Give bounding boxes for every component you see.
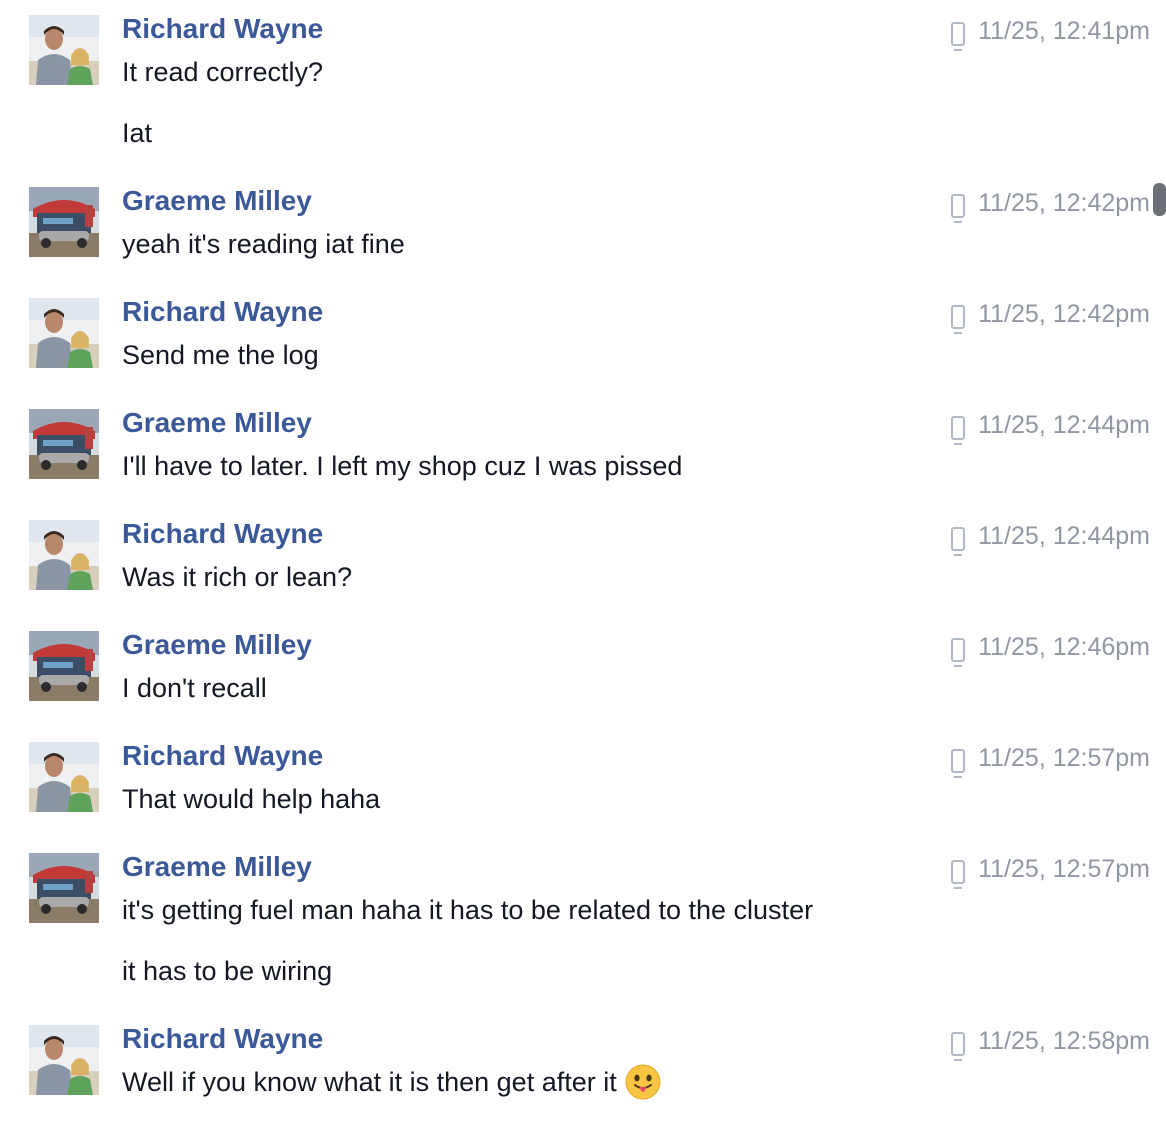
message-text-content: I'll have to later. I left my shop cuz I… — [122, 451, 683, 481]
scrollbar-thumb[interactable] — [1153, 183, 1166, 216]
sender-name[interactable]: Graeme Milley — [122, 407, 312, 439]
message-meta: 11/25, 12:46pm — [951, 630, 1150, 667]
message-text: I don't recall — [122, 672, 267, 704]
message-text-content: Iat — [122, 118, 153, 148]
timestamp: 11/25, 12:42pm — [978, 299, 1150, 328]
richard-avatar[interactable] — [29, 15, 99, 85]
message-meta: 11/25, 12:57pm — [951, 852, 1150, 889]
message-text-content: Well if you know what it is then get aft… — [122, 1067, 617, 1098]
message-text: Was it rich or lean? — [122, 561, 352, 593]
message-text: yeah it's reading iat fine — [122, 228, 405, 260]
graeme-avatar[interactable] — [29, 187, 99, 257]
message-body: I don't recall — [122, 672, 267, 733]
message-text: Iat — [122, 117, 323, 149]
mobile-phone-icon — [951, 22, 966, 51]
timestamp: 11/25, 12:41pm — [978, 16, 1150, 45]
message-text-content: yeah it's reading iat fine — [122, 229, 405, 259]
message-body: Was it rich or lean? — [122, 561, 352, 622]
tongue-out-emoji-icon — [625, 1064, 661, 1100]
message-text: it's getting fuel man haha it has to be … — [122, 894, 813, 926]
message-body: it's getting fuel man haha it has to be … — [122, 894, 813, 1016]
message-body: yeah it's reading iat fine — [122, 228, 405, 289]
message-text: I'll have to later. I left my shop cuz I… — [122, 450, 682, 482]
message-body: Well if you know what it is then get aft… — [122, 1064, 661, 1122]
message-body: Send me the log — [122, 339, 319, 400]
timestamp: 11/25, 12:57pm — [978, 743, 1150, 772]
richard-avatar[interactable] — [29, 1025, 99, 1095]
message-body: That would help haha — [122, 783, 380, 844]
message-text: it has to be wiring — [122, 955, 813, 987]
sender-name[interactable]: Graeme Milley — [122, 851, 312, 883]
sender-name[interactable]: Graeme Milley — [122, 185, 312, 217]
message-meta: 11/25, 12:44pm — [951, 408, 1150, 445]
message-thread: Richard Wayne 11/25, 12:41pm It read corre… — [0, 0, 1166, 1122]
sender-name[interactable]: Richard Wayne — [122, 1023, 323, 1055]
mobile-phone-icon — [951, 194, 966, 223]
richard-avatar[interactable] — [29, 742, 99, 812]
message-text-content: I don't recall — [122, 673, 267, 703]
mobile-phone-icon — [951, 1032, 966, 1061]
timestamp: 11/25, 12:57pm — [978, 854, 1150, 883]
message-meta: 11/25, 12:44pm — [951, 519, 1150, 556]
timestamp: 11/25, 12:42pm — [978, 188, 1150, 217]
message-text: Send me the log — [122, 339, 319, 371]
mobile-phone-icon — [951, 305, 966, 334]
message-text: Well if you know what it is then get aft… — [122, 1064, 661, 1100]
mobile-phone-icon — [951, 749, 966, 778]
graeme-avatar[interactable] — [29, 853, 99, 923]
timestamp: 11/25, 12:58pm — [978, 1026, 1150, 1055]
timestamp: 11/25, 12:44pm — [978, 410, 1150, 439]
timestamp: 11/25, 12:44pm — [978, 521, 1150, 550]
message-body: I'll have to later. I left my shop cuz I… — [122, 450, 682, 511]
mobile-phone-icon — [951, 860, 966, 889]
message-meta: 11/25, 12:58pm — [951, 1024, 1150, 1061]
sender-name[interactable]: Richard Wayne — [122, 740, 323, 772]
message-text-content: Was it rich or lean? — [122, 562, 353, 592]
richard-avatar[interactable] — [29, 298, 99, 368]
message-text: That would help haha — [122, 783, 380, 815]
message-text-content: it has to be wiring — [122, 956, 333, 986]
message-meta: 11/25, 12:57pm — [951, 741, 1150, 778]
sender-name[interactable]: Richard Wayne — [122, 13, 323, 45]
sender-name[interactable]: Richard Wayne — [122, 518, 323, 550]
sender-name[interactable]: Richard Wayne — [122, 296, 323, 328]
message-text-content: Send me the log — [122, 340, 319, 370]
mobile-phone-icon — [951, 416, 966, 445]
graeme-avatar[interactable] — [29, 631, 99, 701]
mobile-phone-icon — [951, 527, 966, 556]
message-meta: 11/25, 12:42pm — [951, 186, 1150, 223]
mobile-phone-icon — [951, 638, 966, 667]
message-text-content: That would help haha — [122, 784, 381, 814]
richard-avatar[interactable] — [29, 520, 99, 590]
message-text: It read correctly? — [122, 56, 323, 88]
message-text-content: it's getting fuel man haha it has to be … — [122, 895, 814, 925]
message-meta: 11/25, 12:41pm — [951, 14, 1150, 51]
message-body: It read correctly? Iat — [122, 56, 323, 178]
message-text-content: It read correctly? — [122, 57, 324, 87]
timestamp: 11/25, 12:46pm — [978, 632, 1150, 661]
sender-name[interactable]: Graeme Milley — [122, 629, 312, 661]
message-meta: 11/25, 12:42pm — [951, 297, 1150, 334]
graeme-avatar[interactable] — [29, 409, 99, 479]
